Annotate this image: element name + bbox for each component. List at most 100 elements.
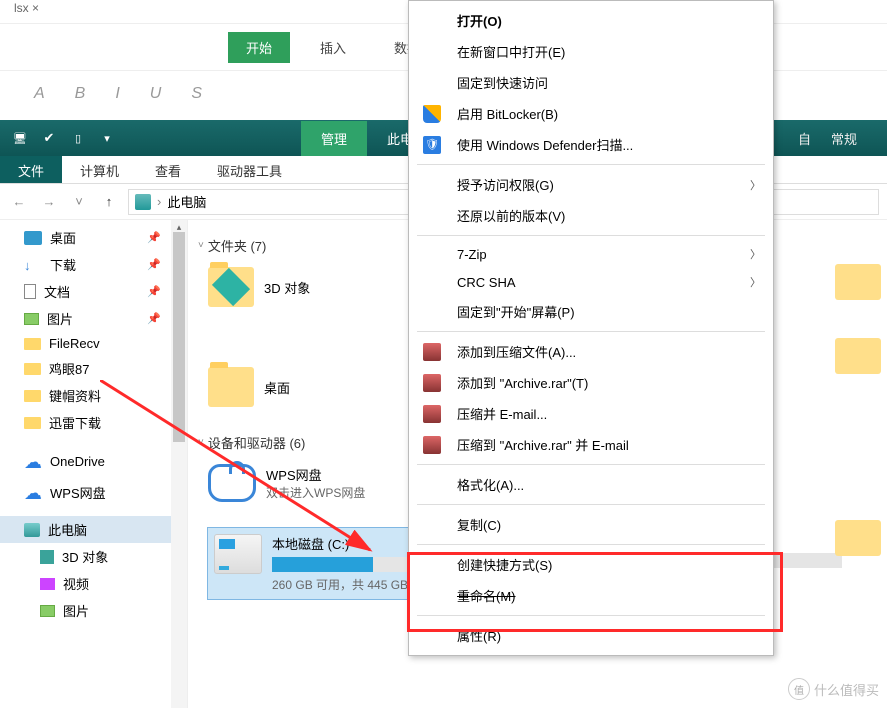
- nav-history-icon[interactable]: ˅: [68, 191, 90, 213]
- top-link-2[interactable]: 常规: [831, 129, 857, 148]
- ctx-restore[interactable]: 还原以前的版本(V): [409, 200, 773, 231]
- sidebar-item-6[interactable]: 键帽资料: [0, 382, 187, 409]
- sidebar-item-label: 鸡眼87: [49, 359, 89, 378]
- scroll-thumb[interactable]: [173, 232, 185, 442]
- watermark: 值 什么值得买: [788, 678, 879, 700]
- sidebar-wpspan[interactable]: ☁WPS网盘: [0, 479, 187, 506]
- sidebar-item-2[interactable]: 文档 📌: [0, 278, 187, 305]
- sidebar-scrollbar[interactable]: ▴: [171, 220, 187, 708]
- strike-icon[interactable]: S: [191, 85, 202, 103]
- sidebar-icon: [24, 363, 41, 375]
- ctx-rar-add-to[interactable]: 添加到 "Archive.rar"(T): [409, 367, 773, 398]
- folder-label: 3D 对象: [264, 278, 310, 297]
- underline-icon[interactable]: U: [150, 85, 162, 103]
- shield-icon: [423, 105, 441, 123]
- sidebar-icon: [24, 284, 36, 299]
- wps-disk-title: WPS网盘: [266, 465, 365, 484]
- explorer-sidebar: ▴ 桌面📌↓下载📌文档📌图片📌FileRecv鸡眼87键帽资料迅雷下载 ☁One…: [0, 220, 188, 708]
- ribbon-tab-file[interactable]: 文件: [0, 156, 62, 183]
- ctx-rar-email[interactable]: 压缩并 E-mail...: [409, 398, 773, 429]
- explorer-icon[interactable]: 🖥: [6, 127, 34, 149]
- sidebar-item-7[interactable]: 迅雷下载: [0, 409, 187, 436]
- ctx-new-window[interactable]: 在新窗口中打开(E): [409, 36, 773, 67]
- sidebar-item-label: 迅雷下载: [49, 413, 101, 432]
- ctx-properties[interactable]: 属性(R): [409, 620, 773, 651]
- qa-check-icon[interactable]: ✔: [35, 127, 63, 149]
- chevron-right-icon: 〉: [750, 274, 761, 290]
- ribbon-tab-computer[interactable]: 计算机: [62, 156, 137, 183]
- qa-save-icon[interactable]: ▯: [64, 127, 92, 149]
- qa-dropdown-icon[interactable]: ▾: [93, 127, 121, 149]
- ctx-crc-sha[interactable]: CRC SHA〉: [409, 268, 773, 296]
- pin-icon: 📌: [147, 285, 161, 298]
- folder-icon: [208, 267, 254, 307]
- sidebar-icon: [24, 390, 41, 402]
- ribbon-tab-drivetools[interactable]: 驱动器工具: [199, 156, 300, 183]
- rar-icon: [423, 436, 441, 454]
- rar-icon: [423, 374, 441, 392]
- sidebar-item-1[interactable]: ↓下载📌: [0, 251, 187, 278]
- sidebar-pc-child-0[interactable]: 3D 对象: [0, 543, 187, 570]
- font-size-icon[interactable]: A: [34, 85, 45, 103]
- sidebar-item-3[interactable]: 图片📌: [0, 305, 187, 332]
- ctx-defender[interactable]: 🛡使用 Windows Defender扫描...: [409, 129, 773, 160]
- contextual-tab-manage[interactable]: 管理: [301, 121, 367, 156]
- sidebar-icon: [40, 578, 55, 590]
- pin-icon: 📌: [147, 258, 161, 271]
- sidebar-icon: [24, 417, 41, 429]
- folder-icon: [208, 367, 254, 407]
- ribbon-tab-view[interactable]: 查看: [137, 156, 199, 183]
- wps-tab-insert[interactable]: 插入: [302, 32, 364, 63]
- folder-icon[interactable]: [835, 520, 881, 556]
- ctx-bitlocker[interactable]: 启用 BitLocker(B): [409, 98, 773, 129]
- chevron-right-icon: 〉: [750, 177, 761, 193]
- sidebar-pc-child-2[interactable]: 图片: [0, 597, 187, 624]
- ctx-rar-email-to[interactable]: 压缩到 "Archive.rar" 并 E-mail: [409, 429, 773, 460]
- folder-label: 桌面: [264, 378, 290, 397]
- sidebar-item-label: 键帽资料: [49, 386, 101, 405]
- sidebar-item-label: 文档: [44, 282, 70, 301]
- pc-icon: [135, 194, 151, 210]
- defender-icon: 🛡: [423, 136, 441, 154]
- ctx-copy[interactable]: 复制(C): [409, 509, 773, 540]
- ctx-7zip[interactable]: 7-Zip〉: [409, 240, 773, 268]
- sidebar-item-label: 图片: [63, 601, 89, 620]
- watermark-icon: 值: [788, 678, 810, 700]
- wps-tab-start[interactable]: 开始: [228, 32, 290, 63]
- pin-icon: 📌: [147, 312, 161, 325]
- ctx-shortcut[interactable]: 创建快捷方式(S): [409, 549, 773, 580]
- ctx-pin-quick[interactable]: 固定到快速访问: [409, 67, 773, 98]
- top-link-1[interactable]: 自: [798, 129, 811, 148]
- ctx-grant-access[interactable]: 授予访问权限(G)〉: [409, 169, 773, 200]
- sidebar-item-4[interactable]: FileRecv: [0, 332, 187, 355]
- wps-filetab[interactable]: lsx ×: [14, 1, 39, 15]
- ctx-format[interactable]: 格式化(A)...: [409, 469, 773, 500]
- sidebar-icon: [24, 338, 41, 350]
- rar-icon: [423, 405, 441, 423]
- ctx-pin-start[interactable]: 固定到"开始"屏幕(P): [409, 296, 773, 327]
- italic-icon[interactable]: I: [115, 85, 119, 103]
- sidebar-item-0[interactable]: 桌面📌: [0, 224, 187, 251]
- sidebar-item-label: 3D 对象: [62, 547, 108, 566]
- context-menu: 打开(O) 在新窗口中打开(E) 固定到快速访问 启用 BitLocker(B)…: [408, 0, 774, 656]
- sidebar-item-5[interactable]: 鸡眼87: [0, 355, 187, 382]
- ctx-open[interactable]: 打开(O): [409, 5, 773, 36]
- rar-icon: [423, 343, 441, 361]
- bold-icon[interactable]: B: [75, 85, 86, 103]
- wps-disk-sub: 双击进入WPS网盘: [266, 484, 365, 501]
- sidebar-thispc[interactable]: 此电脑: [0, 516, 187, 543]
- sidebar-item-label: 视频: [63, 574, 89, 593]
- breadcrumb[interactable]: 此电脑: [167, 192, 206, 211]
- ctx-rename[interactable]: 重命名(M): [409, 580, 773, 611]
- sidebar-icon: ↓: [24, 258, 42, 272]
- sidebar-pc-child-1[interactable]: 视频: [0, 570, 187, 597]
- sidebar-icon: [24, 313, 39, 325]
- folder-icon[interactable]: [835, 264, 881, 300]
- nav-up-icon[interactable]: ↑: [98, 191, 120, 213]
- pin-icon: 📌: [147, 231, 161, 244]
- sidebar-icon: [24, 231, 42, 245]
- nav-back-icon[interactable]: ←: [8, 191, 30, 213]
- folder-icon[interactable]: [835, 338, 881, 374]
- sidebar-onedrive[interactable]: ☁OneDrive: [0, 450, 187, 473]
- ctx-rar-add[interactable]: 添加到压缩文件(A)...: [409, 336, 773, 367]
